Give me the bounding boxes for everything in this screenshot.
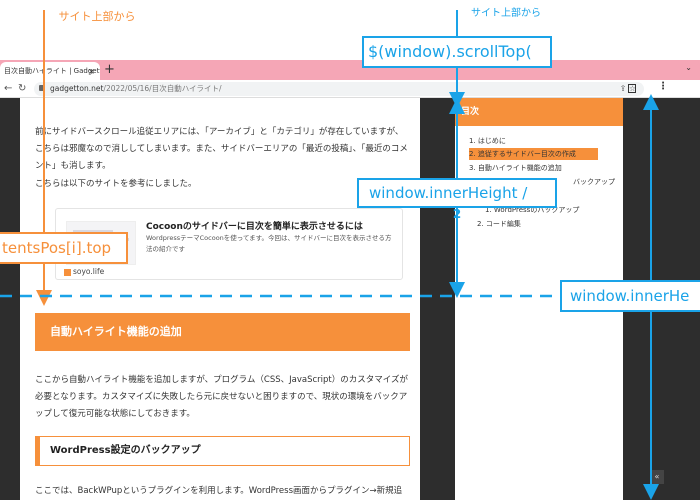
innerheight-half-label: window.innerHeight / xyxy=(357,178,557,208)
contentspos-label: tentsPos[i].top xyxy=(0,232,128,264)
scrolltop-label: $(window).scrollTop( xyxy=(362,36,552,68)
half-fraction-label: 2 xyxy=(452,207,462,221)
orange-top-label: サイト上部から xyxy=(58,10,136,23)
blue-top-label: サイト上部から xyxy=(471,8,541,19)
innerheight-label: window.innerHe xyxy=(560,280,700,312)
